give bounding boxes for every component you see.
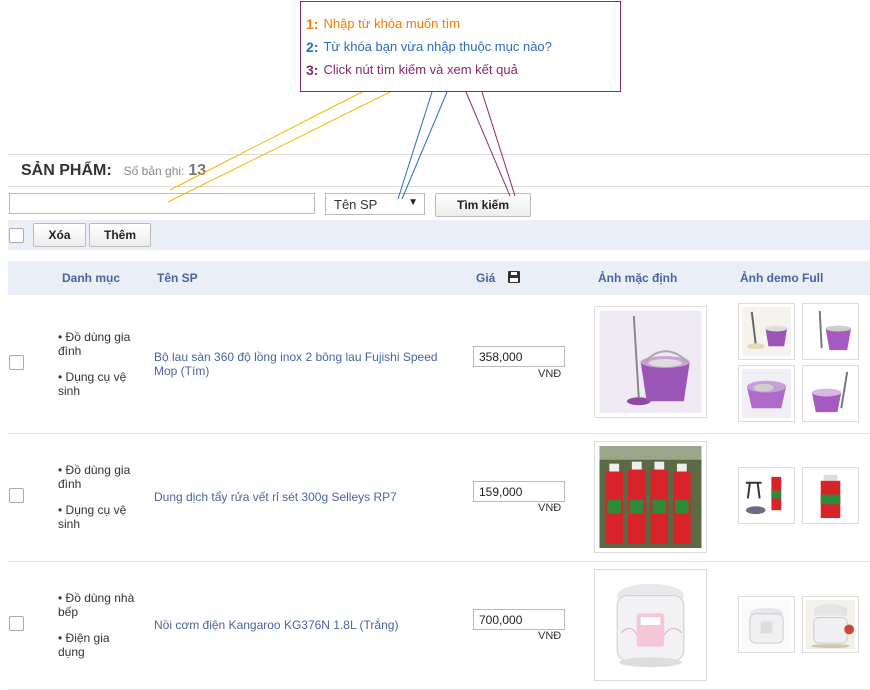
rp7-cans-image <box>599 446 702 548</box>
delete-button[interactable]: Xóa <box>33 223 86 247</box>
row-checkbox[interactable] <box>9 616 24 631</box>
mop-set-image <box>742 307 791 356</box>
column-header-demo-images: Ảnh demo Full <box>740 271 824 285</box>
price-input[interactable]: 700,000 <box>473 609 565 630</box>
add-button[interactable]: Thêm <box>89 223 151 247</box>
rice-cooker-open-image <box>806 600 855 649</box>
products-header: SẢN PHẨM: Số bản ghi: 13 <box>8 154 870 187</box>
demo-image[interactable] <box>802 303 859 360</box>
demo-image[interactable] <box>802 467 859 524</box>
price-input[interactable]: 159,000 <box>473 481 565 502</box>
column-header-category[interactable]: Danh mục <box>62 271 120 285</box>
category-item: • Đồ dùng gia đình <box>58 463 131 491</box>
demo-image[interactable] <box>738 303 795 360</box>
row-categories: • Đồ dùng nhà bếp • Điện gia dụng <box>58 591 138 671</box>
search-input[interactable] <box>9 193 315 214</box>
select-all-checkbox[interactable] <box>9 228 24 243</box>
price-unit: VNĐ <box>538 368 562 380</box>
category-item: • Đồ dùng nhà bếp <box>58 591 135 619</box>
rice-cooker-front-image <box>742 600 791 649</box>
search-field-selected: Tên SP <box>334 196 378 212</box>
price-input[interactable]: 358,000 <box>473 346 565 367</box>
column-header-name[interactable]: Tên SP <box>157 271 198 285</box>
row-categories: • Đồ dùng gia đình • Dụng cụ vệ sinh <box>58 463 138 543</box>
row-categories: • Đồ dùng gia đình • Dụng cụ vệ sinh <box>58 330 138 410</box>
mop-set-image-2 <box>806 307 855 356</box>
product-name-link[interactable]: Dung dịch tẩy rửa vết rỉ sét 300g Selley… <box>154 490 444 504</box>
category-item: • Điện gia dụng <box>58 631 110 659</box>
save-icon[interactable] <box>508 271 520 283</box>
mop-bucket-image <box>742 369 791 418</box>
mop-bucket-image-2 <box>806 369 855 418</box>
product-name-link[interactable]: Nồi cơm điện Kangaroo KG376N 1.8L (Trắng… <box>154 618 444 632</box>
rp7-usage-image <box>742 471 791 520</box>
price-unit: VNĐ <box>538 502 562 514</box>
callout-step-2: 2: Từ khóa bạn vừa nhập thuộc mục nào? <box>306 38 552 55</box>
demo-image[interactable] <box>738 365 795 422</box>
price-unit: VNĐ <box>538 630 562 642</box>
category-item: • Dụng cụ vệ sinh <box>58 503 127 531</box>
product-name-link[interactable]: Bộ lau sàn 360 độ lồng inox 2 bông lau F… <box>154 350 444 378</box>
instruction-callout: 1: Nhập từ khóa muốn tìm 2: Từ khóa bạn … <box>300 1 621 92</box>
purple-mop-image <box>599 311 702 413</box>
callout-step-3: 3: Click nút tìm kiếm và xem kết quả <box>306 61 518 78</box>
row-checkbox[interactable] <box>9 488 24 503</box>
row-checkbox[interactable] <box>9 355 24 370</box>
default-image[interactable] <box>594 306 707 418</box>
demo-image[interactable] <box>738 596 795 653</box>
demo-image[interactable] <box>802 596 859 653</box>
page-title: SẢN PHẨM: <box>21 161 112 179</box>
default-image[interactable] <box>594 569 707 681</box>
record-count: 13 <box>188 161 207 179</box>
demo-image[interactable] <box>802 365 859 422</box>
category-item: • Dụng cụ vệ sinh <box>58 370 127 398</box>
search-field-select[interactable]: Tên SP ▼ <box>325 193 425 215</box>
search-button[interactable]: Tìm kiếm <box>435 193 531 217</box>
column-header-default-image: Ảnh mặc định <box>598 271 678 285</box>
demo-image[interactable] <box>738 467 795 524</box>
callout-step-1: 1: Nhập từ khóa muốn tìm <box>306 15 461 32</box>
category-item: • Đồ dùng gia đình <box>58 330 131 358</box>
chevron-down-icon: ▼ <box>408 197 418 208</box>
rp7-can-image <box>806 471 855 520</box>
default-image[interactable] <box>594 441 707 553</box>
column-header-price[interactable]: Giá <box>476 271 495 285</box>
record-count-label: Số bản ghi: <box>123 163 185 178</box>
rice-cooker-image <box>599 574 702 676</box>
